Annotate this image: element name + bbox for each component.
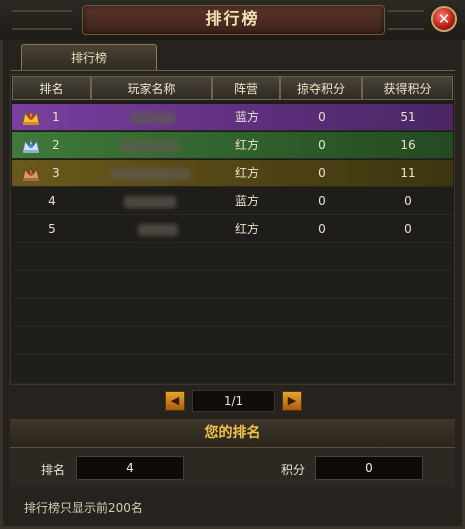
loot-score-cell: 0: [318, 222, 326, 236]
my-rank-title: 您的排名: [10, 419, 455, 448]
tab-divider: [10, 70, 455, 71]
table-row[interactable]: 5 红方 0 0: [12, 216, 453, 243]
gain-score-cell: 0: [404, 194, 412, 208]
loot-score-cell: 0: [318, 138, 326, 152]
rank-cell: 4: [48, 194, 56, 208]
title-bar: 排行榜 ✕: [0, 0, 465, 40]
player-name: [92, 160, 213, 187]
gain-score-cell: 16: [400, 138, 416, 152]
my-score-value: 0: [315, 456, 423, 480]
my-score-label: 积分: [281, 463, 306, 477]
camp-cell: 红方: [234, 138, 259, 152]
header-camp: 阵营: [212, 76, 280, 100]
pagination: ◀ 1/1 ▶: [0, 389, 465, 413]
close-button[interactable]: ✕: [431, 6, 457, 32]
silver-crown-icon: [22, 137, 40, 153]
table-row[interactable]: 1 蓝方 0 51: [12, 104, 453, 131]
table-header: 排名 玩家名称 阵营 掠夺积分 获得积分: [11, 75, 454, 102]
player-name: [92, 188, 213, 215]
header-loot-score: 掠夺积分: [280, 76, 362, 100]
loot-score-cell: 0: [318, 166, 326, 180]
camp-cell: 蓝方: [234, 194, 259, 208]
empty-row: [12, 244, 453, 271]
rank-cell: 1: [12, 104, 92, 131]
table-row[interactable]: 4 蓝方 0 0: [12, 188, 453, 215]
table-row[interactable]: 2 红方 0 16: [12, 132, 453, 159]
rank-number: 2: [52, 138, 60, 152]
player-name: [92, 216, 213, 243]
right-arrow-icon: ▶: [287, 394, 297, 407]
empty-row: [12, 272, 453, 299]
header-player-name: 玩家名称: [91, 76, 212, 100]
prev-page-button[interactable]: ◀: [165, 391, 185, 411]
blurred-name: [130, 112, 176, 124]
close-icon: ✕: [437, 10, 451, 28]
table-row[interactable]: 3 红方 0 11: [12, 160, 453, 187]
camp-cell: 蓝方: [234, 110, 259, 124]
rank-cell: 3: [12, 160, 92, 187]
gain-score-cell: 0: [404, 222, 412, 236]
window-title: 排行榜: [205, 9, 260, 28]
header-rank: 排名: [12, 76, 91, 100]
page-indicator: 1/1: [192, 390, 275, 412]
rank-cell: 5: [48, 222, 56, 236]
camp-cell: 红方: [234, 222, 259, 236]
title-ornament-right: [388, 10, 424, 30]
rank-number: 3: [52, 166, 60, 180]
player-name: [92, 104, 213, 131]
my-rank-label: 排名: [41, 463, 66, 477]
camp-cell: 红方: [234, 166, 259, 180]
gain-score-cell: 51: [400, 110, 416, 124]
footer-note: 排行榜只显示前200名: [24, 501, 143, 515]
tab-ranking[interactable]: 排行榜: [21, 44, 157, 71]
empty-row: [12, 328, 453, 355]
blurred-name: [110, 168, 190, 180]
blurred-name: [138, 224, 178, 236]
gold-crown-icon: [22, 109, 40, 125]
next-page-button[interactable]: ▶: [282, 391, 302, 411]
my-rank-value: 4: [76, 456, 184, 480]
gain-score-cell: 11: [400, 166, 416, 180]
blurred-name: [124, 196, 176, 208]
loot-score-cell: 0: [318, 194, 326, 208]
rank-cell: 2: [12, 132, 92, 159]
loot-score-cell: 0: [318, 110, 326, 124]
my-rank-panel: 您的排名 排名 4 积分 0: [10, 419, 455, 487]
empty-row: [12, 300, 453, 327]
title-ornament-left: [12, 10, 72, 30]
blurred-name: [120, 140, 180, 152]
empty-row: [12, 356, 453, 384]
left-arrow-icon: ◀: [170, 394, 180, 407]
ranking-table: 排名 玩家名称 阵营 掠夺积分 获得积分 1 蓝方 0 51 2 红方 0 16…: [10, 74, 455, 385]
player-name: [92, 132, 213, 159]
bronze-crown-icon: [22, 165, 40, 181]
rank-number: 1: [52, 110, 60, 124]
header-gain-score: 获得积分: [362, 76, 453, 100]
